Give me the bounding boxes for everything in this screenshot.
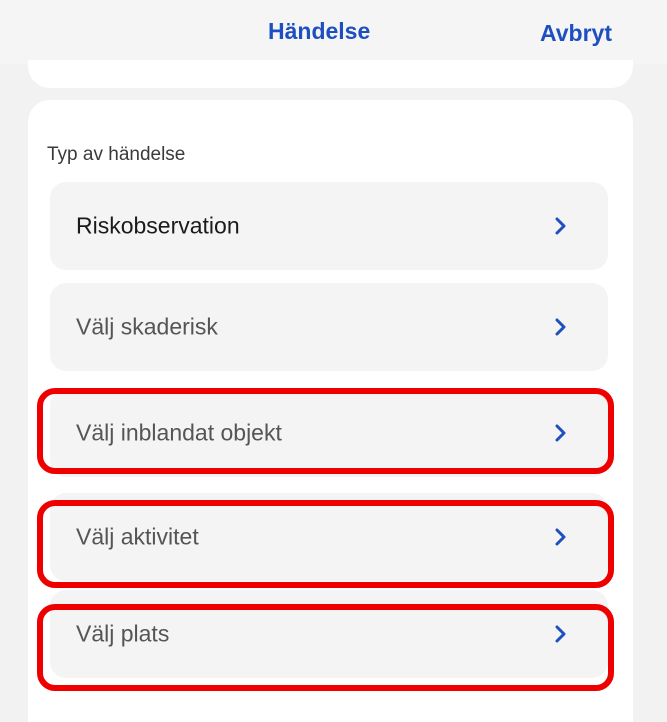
row-valj-plats[interactable]: Välj plats — [50, 590, 608, 678]
row-riskobservation[interactable]: Riskobservation — [50, 182, 608, 270]
chevron-right-icon — [555, 625, 566, 643]
cancel-button[interactable]: Avbryt — [540, 20, 612, 47]
chevron-right-icon — [555, 318, 566, 336]
top-bar: Händelse Avbryt — [0, 0, 667, 64]
row-label: Välj skaderisk — [76, 313, 218, 340]
chevron-right-icon — [555, 528, 566, 546]
row-valj-aktivitet[interactable]: Välj aktivitet — [50, 493, 608, 581]
chevron-right-icon — [555, 424, 566, 442]
row-label: Välj aktivitet — [76, 523, 199, 550]
row-valj-skaderisk[interactable]: Välj skaderisk — [50, 283, 608, 371]
chevron-right-icon — [555, 217, 566, 235]
row-label: Välj plats — [76, 620, 170, 647]
row-valj-inblandat-objekt[interactable]: Välj inblandat objekt — [50, 389, 608, 477]
row-label: Välj inblandat objekt — [76, 419, 282, 446]
section-label: Typ av händelse — [47, 144, 186, 165]
row-label: Riskobservation — [76, 212, 240, 239]
previous-card-bottom — [28, 60, 633, 88]
page-title: Händelse — [268, 18, 371, 44]
